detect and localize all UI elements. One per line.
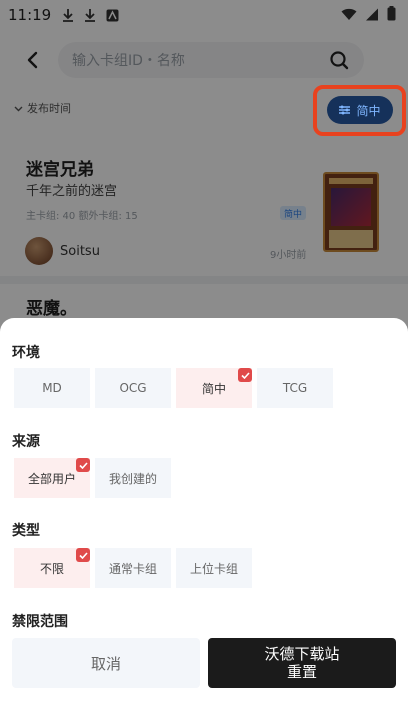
option-label: 上位卡组	[189, 561, 238, 576]
option-label: 不限	[39, 561, 64, 576]
option-label: 通常卡组	[108, 561, 157, 576]
option-label: 全部用户	[27, 471, 76, 486]
option-label: OCG	[119, 381, 147, 395]
cancel-label: 取消	[90, 654, 121, 673]
env-filter-label: 简中	[356, 103, 381, 118]
option-top-deck[interactable]: 上位卡组	[176, 548, 252, 588]
option-label: TCG	[282, 381, 308, 395]
env-filter-button[interactable]: 简中	[327, 96, 393, 124]
section-title-source: 来源	[12, 434, 40, 450]
option-tcg[interactable]: TCG	[257, 368, 333, 408]
section-title-environment: 环境	[12, 345, 40, 361]
option-unlimited[interactable]: 不限	[14, 548, 90, 588]
section-title-ban-range: 禁限范围	[12, 614, 68, 630]
filter-icon	[339, 105, 351, 115]
section-title-type: 类型	[12, 523, 40, 539]
reset-label: 重置	[286, 663, 317, 681]
option-label: 简中	[201, 381, 226, 396]
check-icon	[76, 548, 90, 562]
option-label: MD	[42, 381, 62, 395]
option-ocg[interactable]: OCG	[95, 368, 171, 408]
cancel-button[interactable]: 取消	[12, 638, 200, 688]
reset-button[interactable]: 沃德下载站 重置	[208, 638, 396, 688]
option-label: 我创建的	[108, 471, 157, 486]
option-md[interactable]: MD	[14, 368, 90, 408]
option-all-users[interactable]: 全部用户	[14, 458, 90, 498]
option-my-created[interactable]: 我创建的	[95, 458, 171, 498]
check-icon	[238, 368, 252, 382]
watermark-text: 沃德下载站	[264, 645, 340, 663]
option-simplified-chinese[interactable]: 简中	[176, 368, 252, 408]
option-normal-deck[interactable]: 通常卡组	[95, 548, 171, 588]
check-icon	[76, 458, 90, 472]
